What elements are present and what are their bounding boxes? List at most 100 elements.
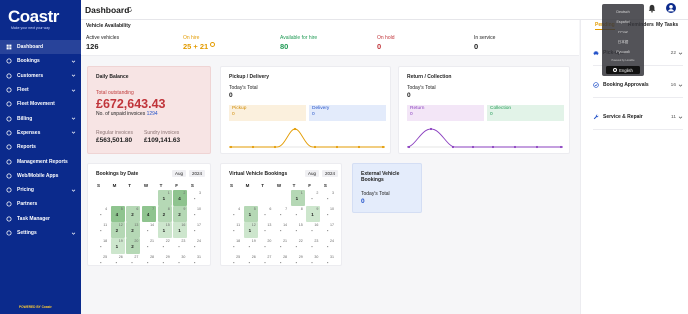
availability-stat[interactable]: On hire 25 + 21	[183, 35, 215, 51]
pending-item-service-repair[interactable]: Service & Repair 11	[593, 110, 683, 124]
availability-stat[interactable]: Active vehicles 126	[86, 35, 119, 51]
calendar-day[interactable]: 17-	[189, 222, 203, 238]
calendar-day[interactable]: 13 2	[126, 222, 141, 238]
calendar-day[interactable]: 15 1	[157, 222, 172, 238]
availability-stat[interactable]: On hold 0	[377, 35, 395, 51]
availability-stat[interactable]: In service 0	[474, 35, 495, 51]
calendar-day[interactable]: 22-	[291, 238, 305, 254]
pickup-delivery-card[interactable]: Pickup / Delivery Today's Total 0 Pickup…	[220, 66, 391, 154]
calendar-day[interactable]: 29-	[158, 254, 172, 270]
calendar-day[interactable]: 18-	[95, 238, 109, 254]
calendar-day[interactable]: 4-	[228, 206, 242, 222]
calendar-day[interactable]: 18-	[228, 238, 242, 254]
tab-my-tasks[interactable]: My Tasks	[656, 22, 678, 28]
calendar-day[interactable]: 14-	[142, 222, 156, 238]
calendar-day[interactable]: 27-	[126, 254, 140, 270]
calendar-day[interactable]: 16 1	[173, 222, 188, 238]
calendar-day[interactable]: 7-	[275, 206, 289, 222]
language-option-japanese[interactable]: 日本語	[602, 40, 644, 45]
calendar-day[interactable]: 26-	[244, 254, 258, 270]
calendar-day[interactable]: 27-	[259, 254, 273, 270]
calendar-day[interactable]: 30-	[173, 254, 187, 270]
calendar-day[interactable]: 20-	[259, 238, 273, 254]
bookings-year-select[interactable]: 2024	[189, 170, 206, 177]
pickup-tile[interactable]: Pickup 0	[229, 105, 306, 121]
availability-stat[interactable]: Available for hire 80	[280, 35, 317, 51]
coastr-logo[interactable]: Coastr Make your next your way	[8, 8, 74, 34]
refresh-icon[interactable]	[126, 6, 133, 13]
calendar-day[interactable]: 51	[243, 206, 258, 222]
calendar-day[interactable]: 26-	[111, 254, 125, 270]
bell-icon[interactable]	[648, 4, 656, 13]
calendar-day[interactable]: 2-	[306, 190, 320, 206]
bookings-month-select[interactable]: Aug	[172, 170, 187, 177]
calendar-day[interactable]: 11	[157, 190, 172, 206]
calendar-day[interactable]: 28-	[275, 254, 289, 270]
calendar-day[interactable]: 12 2	[110, 222, 125, 238]
calendar-day[interactable]: 24-	[189, 238, 203, 254]
sidebar-item-fleet[interactable]: Fleet	[0, 83, 81, 97]
calendar-day[interactable]: 91	[306, 206, 321, 222]
language-option-espanol[interactable]: Español	[602, 20, 644, 24]
calendar-day[interactable]: 4-	[95, 206, 109, 222]
calendar-day[interactable]: 19-	[244, 238, 258, 254]
sidebar-item-settings[interactable]: Settings	[0, 226, 81, 240]
calendar-day[interactable]: 15-	[291, 222, 305, 238]
calendar-day[interactable]: 20 2	[126, 238, 141, 254]
sidebar-item-customers[interactable]: Customers	[0, 69, 81, 83]
calendar-day[interactable]: 24-	[322, 238, 336, 254]
sidebar-item-task-manager[interactable]: Task Manager	[0, 212, 81, 226]
sidebar-item-pricing[interactable]: Pricing	[0, 183, 81, 197]
calendar-day[interactable]: 21-	[142, 238, 156, 254]
sidebar-item-partners[interactable]: Partners	[0, 197, 81, 211]
calendar-day[interactable]: 12 1	[243, 222, 258, 238]
sidebar-item-fleet-movement[interactable]: Fleet Movement	[0, 97, 81, 111]
calendar-day[interactable]: 25-	[228, 254, 242, 270]
external-bookings-card[interactable]: External Vehicle Bookings Today's Total …	[352, 163, 422, 213]
return-collection-card[interactable]: Return / Collection Today's Total 0 Retu…	[398, 66, 570, 154]
language-option-russian[interactable]: Русский	[602, 50, 644, 54]
info-icon[interactable]	[210, 42, 215, 47]
language-option-deutsch[interactable]: Deutsch	[602, 10, 644, 14]
calendar-day[interactable]: 29-	[291, 254, 305, 270]
calendar-day[interactable]: 10-	[189, 206, 203, 222]
calendar-day[interactable]: 16-	[306, 222, 320, 238]
calendar-day[interactable]: 30-	[306, 254, 320, 270]
calendar-day[interactable]: 8-	[291, 206, 305, 222]
calendar-day[interactable]: 22-	[158, 238, 172, 254]
virtual-month-select[interactable]: Aug	[305, 170, 320, 177]
unpaid-invoices-count[interactable]: 1294	[147, 111, 158, 117]
user-avatar-icon[interactable]	[666, 3, 676, 13]
calendar-day[interactable]: 23-	[306, 238, 320, 254]
return-tile[interactable]: Return 0	[407, 105, 484, 121]
language-option-hebrew[interactable]: עברית	[602, 30, 644, 34]
calendar-day[interactable]: 31-	[189, 254, 203, 270]
sidebar-item-reports[interactable]: Reports	[0, 140, 81, 154]
calendar-day[interactable]: 21-	[275, 238, 289, 254]
calendar-day[interactable]: 28-	[142, 254, 156, 270]
calendar-day[interactable]: 82	[157, 206, 172, 222]
sidebar-item-dashboard[interactable]: Dashboard	[0, 40, 81, 55]
calendar-day[interactable]: 25-	[95, 254, 109, 270]
sidebar-item-billing[interactable]: Billing	[0, 111, 81, 125]
calendar-day[interactable]: 13-	[259, 222, 273, 238]
calendar-day[interactable]: 24	[173, 190, 188, 206]
calendar-day[interactable]: 31-	[322, 254, 336, 270]
calendar-day[interactable]: 92	[173, 206, 188, 222]
sidebar-item-bookings[interactable]: Bookings	[0, 54, 81, 68]
sidebar-item-management-reports[interactable]: Management Reports	[0, 154, 81, 168]
calendar-day[interactable]: 11	[290, 190, 305, 206]
calendar-day[interactable]: 11-	[228, 222, 242, 238]
calendar-day[interactable]: 14-	[275, 222, 289, 238]
virtual-year-select[interactable]: 2024	[322, 170, 339, 177]
calendar-day[interactable]: 6-	[259, 206, 273, 222]
calendar-day[interactable]: 3-	[322, 190, 336, 206]
calendar-day[interactable]: 23-	[173, 238, 187, 254]
language-select-button[interactable]: English	[606, 66, 640, 74]
collection-tile[interactable]: Collection 0	[487, 105, 564, 121]
pending-item-booking-approvals[interactable]: Booking Approvals 16	[593, 78, 683, 92]
calendar-day[interactable]: 10-	[322, 206, 336, 222]
calendar-day[interactable]: 54	[110, 206, 125, 222]
calendar-day[interactable]: 19 1	[110, 238, 125, 254]
calendar-day[interactable]: 62	[126, 206, 141, 222]
